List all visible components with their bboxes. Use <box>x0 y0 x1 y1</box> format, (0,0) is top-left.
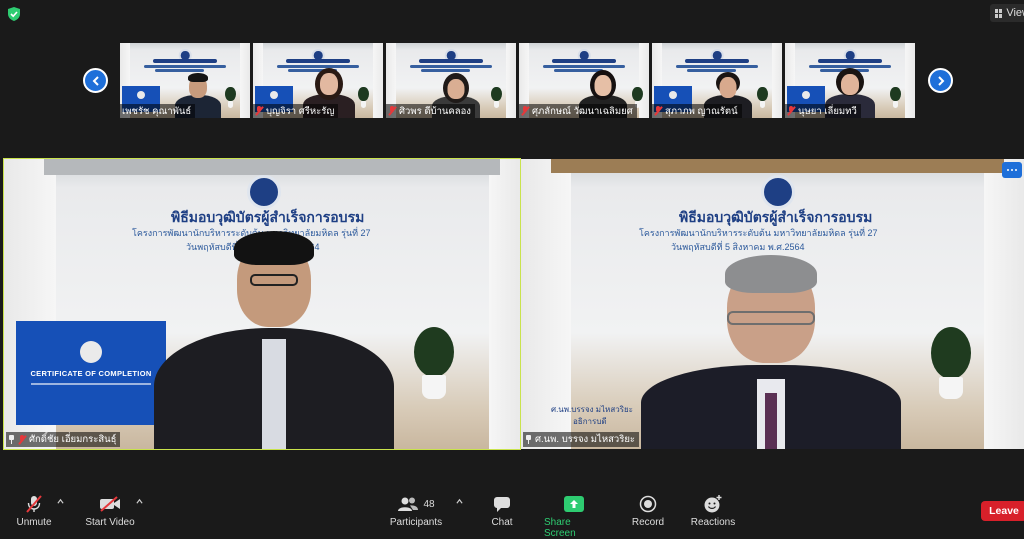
unmute-button[interactable]: Unmute <box>15 495 53 528</box>
chat-label: Chat <box>491 517 513 528</box>
banner-subtitle: โครงการพัฒนานักบริหารระดับต้น มหาวิทยาลั… <box>639 228 878 238</box>
participant-name-tag: ศุภลักษณ์ วัฒนาเฉลิมยศ <box>519 104 637 118</box>
security-shield-icon[interactable] <box>8 7 20 21</box>
mic-muted-icon <box>255 106 263 116</box>
chevron-up-icon[interactable] <box>57 498 64 505</box>
ceiling-light <box>44 159 500 175</box>
chevron-up-icon[interactable] <box>456 498 463 505</box>
ceiling-light <box>551 159 1004 173</box>
certificate-poster: CERTIFICATE OF COMPLETION <box>16 321 166 425</box>
chat-icon <box>494 496 510 512</box>
participant-name-tag: ศิวพร ดีบ้านคลอง <box>386 104 475 118</box>
mic-muted-icon <box>18 434 26 445</box>
grid-view-icon <box>995 8 1003 18</box>
participant-name: ศิวพร ดีบ้านคลอง <box>399 105 471 117</box>
unmute-label: Unmute <box>16 517 52 528</box>
participant-tile[interactable]: ศุภลักษณ์ วัฒนาเฉลิมยศ <box>519 43 649 118</box>
participant-name: ศุภลักษณ์ วัฒนาเฉลิมยศ <box>532 105 633 117</box>
participant-tile[interactable]: บุญจิรา ศรีหะรัญ <box>253 43 383 118</box>
participant-name: บุญจิรา ศรีหะรัญ <box>266 105 335 117</box>
share-screen-button[interactable]: Share Screen <box>544 495 604 539</box>
potted-plant <box>409 327 459 407</box>
chevron-up-icon[interactable] <box>136 498 143 505</box>
participant-name-tag: นุษยา เลี่ยมทวี <box>785 104 861 118</box>
participant-name-tag: ศักดิ์ชัย เอี่ยมกระสินธุ์ <box>6 432 121 447</box>
participant-name-tag: เพชรัช คุณาพันธ์ <box>120 104 196 118</box>
university-emblem <box>247 175 281 209</box>
presenter-role-text: อธิการบดี <box>573 417 607 426</box>
participant-name-tag: สุภาภพ ญาณรัตน์ <box>652 104 742 118</box>
speaker-video <box>641 249 901 449</box>
smiley-icon <box>704 495 722 513</box>
reactions-button[interactable]: Reactions <box>690 495 736 528</box>
start-video-button[interactable]: Start Video <box>84 495 136 528</box>
dot-icon <box>1011 169 1013 171</box>
video-off-icon <box>100 496 120 512</box>
pin-icon <box>525 435 532 444</box>
start-video-label: Start Video <box>85 517 135 528</box>
participant-name: ศักดิ์ชัย เอี่ยมกระสินธุ์ <box>29 434 117 445</box>
chat-button[interactable]: Chat <box>486 495 518 528</box>
participants-label: Participants <box>389 517 443 528</box>
speaker-video <box>154 229 394 449</box>
chevron-right-icon <box>937 75 944 86</box>
record-label: Record <box>631 517 665 528</box>
participant-name: สุภาภพ ญาณรัตน์ <box>665 105 738 117</box>
reactions-label: Reactions <box>690 517 736 528</box>
participant-name: ศ.นพ. บรรจง มไหสวริยะ <box>535 434 635 445</box>
view-button[interactable]: View <box>990 4 1024 22</box>
participant-tile[interactable]: นุษยา เลี่ยมทวี <box>785 43 915 118</box>
mic-muted-icon <box>787 106 795 116</box>
participants-count: 48 <box>423 498 435 510</box>
participant-tile[interactable]: เพชรัช คุณาพันธ์ <box>120 43 250 118</box>
gallery-previous-button[interactable] <box>83 68 108 93</box>
participants-button[interactable]: 48 Participants <box>388 495 444 528</box>
participants-icon <box>398 497 419 511</box>
mic-muted-icon <box>388 106 396 116</box>
pin-icon <box>8 435 15 444</box>
participant-name-tag: บุญจิรา ศรีหะรัญ <box>253 104 339 118</box>
participant-name: เพชรัช คุณาพันธ์ <box>122 105 192 117</box>
mic-off-icon <box>26 495 42 513</box>
mic-muted-icon <box>521 106 529 116</box>
participant-tile[interactable]: สุภาภพ ญาณรัตน์ <box>652 43 782 118</box>
participant-tile[interactable]: ศิวพร ดีบ้านคลอง <box>386 43 516 118</box>
participant-name-tag: ศ.นพ. บรรจง มไหสวริยะ <box>523 432 639 447</box>
certificate-title: CERTIFICATE OF COMPLETION <box>30 369 152 378</box>
dot-icon <box>1007 169 1009 171</box>
participant-name: นุษยา เลี่ยมทวี <box>798 105 857 117</box>
leave-button[interactable]: Leave <box>981 501 1024 521</box>
university-emblem <box>761 175 795 209</box>
view-label: View <box>1006 7 1024 19</box>
chevron-left-icon <box>92 75 99 86</box>
share-screen-icon <box>564 496 584 512</box>
main-video-tile-left[interactable]: พิธีมอบวุฒิบัตรผู้สำเร็จการอบรม โครงการพ… <box>3 158 521 450</box>
share-screen-label: Share Screen <box>544 517 576 539</box>
dot-icon <box>1015 169 1017 171</box>
gallery-next-button[interactable] <box>928 68 953 93</box>
potted-plant <box>926 327 976 407</box>
mic-muted-icon <box>654 106 662 116</box>
more-options-button[interactable] <box>1002 162 1022 178</box>
record-button[interactable]: Record <box>629 495 667 528</box>
main-video-tile-right[interactable]: พิธีมอบวุฒิบัตรผู้สำเร็จการอบรม โครงการพ… <box>521 159 1024 449</box>
record-icon <box>639 495 657 513</box>
